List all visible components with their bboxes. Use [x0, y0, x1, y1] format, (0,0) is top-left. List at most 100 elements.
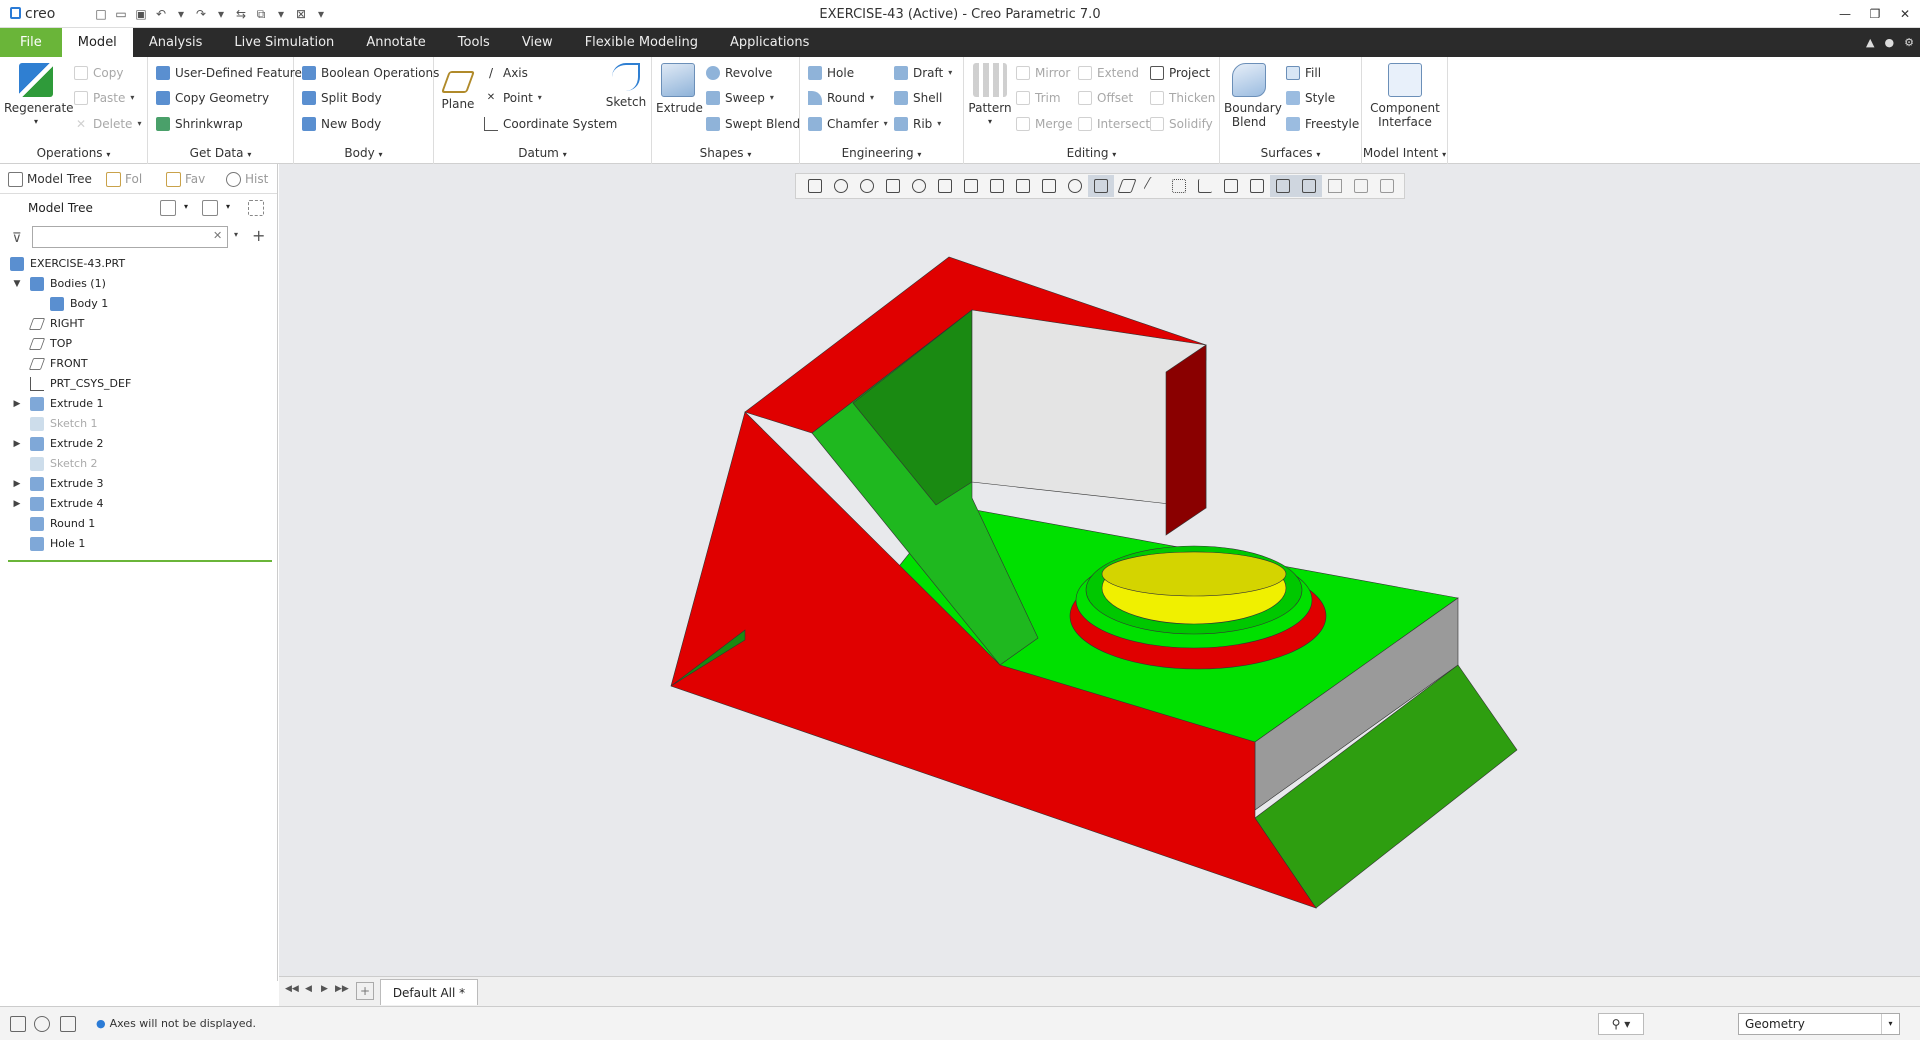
paste-button[interactable]: Paste ▾ — [74, 87, 134, 109]
expand-toggle-icon[interactable]: ▶ — [10, 474, 24, 494]
round-button[interactable]: Round ▾ — [808, 87, 874, 109]
show-dropdown-icon[interactable]: ▾ — [226, 202, 230, 211]
boolean-operations-button[interactable]: Boolean Operations — [302, 62, 439, 84]
windows-dropdown-icon[interactable]: ▾ — [272, 5, 290, 23]
tab-annotate[interactable]: Annotate — [350, 28, 441, 57]
close-icon[interactable]: ✕ — [1890, 0, 1920, 28]
tab-live-simulation[interactable]: Live Simulation — [218, 28, 350, 57]
tab-analysis[interactable]: Analysis — [133, 28, 219, 57]
expand-toggle-icon[interactable]: ▼ — [10, 274, 24, 294]
tree-node[interactable]: Round 1 — [30, 514, 95, 534]
swept-blend-button[interactable]: Swept Blend — [706, 113, 800, 135]
close-window-icon[interactable]: ⊠ — [292, 5, 310, 23]
tab-view[interactable]: View — [506, 28, 569, 57]
tree-settings-dropdown-icon[interactable]: ▾ — [184, 202, 188, 211]
group-label-operations[interactable]: Operations ▾ — [0, 146, 147, 160]
group-label-shapes[interactable]: Shapes ▾ — [652, 146, 799, 160]
revolve-button[interactable]: Revolve — [706, 62, 772, 84]
post-face[interactable] — [1165, 344, 1207, 536]
undo-dropdown-icon[interactable]: ▾ — [172, 5, 190, 23]
regenerate-button[interactable]: Regenerate ▾ — [4, 63, 74, 129]
fill-button[interactable]: Fill — [1286, 62, 1321, 84]
new-file-icon[interactable]: □ — [92, 5, 110, 23]
selection-filter-dropdown-icon[interactable]: ▾ — [1881, 1014, 1899, 1034]
thicken-button[interactable]: Thicken — [1150, 87, 1215, 109]
project-button[interactable]: Project — [1150, 62, 1210, 84]
group-label-datum[interactable]: Datum ▾ — [434, 146, 651, 160]
plane-button[interactable]: Plane — [436, 63, 480, 111]
restore-icon[interactable]: ❐ — [1860, 0, 1890, 28]
selection-filter[interactable]: Geometry ▾ — [1738, 1013, 1900, 1035]
tree-node[interactable]: ▼ Bodies (1) — [14, 274, 106, 294]
tree-filter-icon[interactable] — [248, 200, 264, 216]
add-icon[interactable]: + — [252, 226, 265, 245]
hole-button[interactable]: Hole — [808, 62, 854, 84]
tree-settings-icon[interactable] — [160, 200, 176, 216]
undo-icon[interactable]: ↶ — [152, 5, 170, 23]
trim-button[interactable]: Trim — [1016, 87, 1061, 109]
pattern-button[interactable]: Pattern ▾ — [966, 63, 1014, 129]
add-sheet-button[interactable]: + — [356, 982, 374, 1000]
mirror-button[interactable]: Mirror — [1016, 62, 1070, 84]
insert-here-marker[interactable] — [8, 560, 272, 562]
group-label-model-intent[interactable]: Model Intent ▾ — [1362, 146, 1447, 160]
search-dropdown-icon[interactable]: ▾ — [234, 230, 238, 239]
sketch-button[interactable]: Sketch — [604, 63, 648, 109]
axis-button[interactable]: / Axis — [484, 62, 528, 84]
tree-node[interactable]: EXERCISE-43.PRT — [10, 254, 125, 274]
intersect-button[interactable]: Intersect — [1078, 113, 1150, 135]
help-icon[interactable]: ● — [1885, 28, 1895, 57]
tree-node[interactable]: Hole 1 — [30, 534, 85, 554]
tab-history[interactable]: Hist — [226, 164, 268, 194]
prev-sheet-icon[interactable]: ◀ — [305, 984, 312, 994]
tree-search-input[interactable] — [32, 226, 228, 248]
delete-button[interactable]: ✕ Delete ▾ — [74, 113, 141, 135]
tree-node[interactable]: Body 1 — [50, 294, 108, 314]
freestyle-button[interactable]: Freestyle — [1286, 113, 1359, 135]
next-sheet-icon[interactable]: ▶ — [321, 984, 328, 994]
style-button[interactable]: Style — [1286, 87, 1335, 109]
filter-icon[interactable]: ⊽ — [12, 231, 22, 246]
draft-button[interactable]: Draft ▾ — [894, 62, 952, 84]
extrude-button[interactable]: Extrude — [656, 63, 703, 115]
tab-model-tree[interactable]: Model Tree — [8, 164, 92, 194]
group-label-body[interactable]: Body ▾ — [294, 146, 433, 160]
regenerate-small-icon[interactable]: ⇆ — [232, 5, 250, 23]
windows-icon[interactable]: ⧉ — [252, 5, 270, 23]
collapse-ribbon-icon[interactable]: ▲ — [1866, 28, 1874, 57]
tree-node[interactable]: FRONT — [28, 354, 88, 374]
find-button[interactable]: ⚲ ▾ — [1598, 1013, 1644, 1035]
point-button[interactable]: ✕ Point ▾ — [484, 87, 542, 109]
rib-button[interactable]: Rib ▾ — [894, 113, 941, 135]
tree-node[interactable]: Sketch 2 — [30, 454, 98, 474]
sweep-button[interactable]: Sweep ▾ — [706, 87, 774, 109]
new-body-button[interactable]: New Body — [302, 113, 381, 135]
group-label-surfaces[interactable]: Surfaces ▾ — [1220, 146, 1361, 160]
options-icon[interactable]: ⚙ — [1904, 28, 1914, 57]
shrinkwrap-button[interactable]: Shrinkwrap — [156, 113, 243, 135]
graphics-window[interactable] — [279, 164, 1920, 976]
group-label-engineering[interactable]: Engineering ▾ — [800, 146, 963, 160]
chamfer-button[interactable]: Chamfer ▾ — [808, 113, 888, 135]
component-interface-button[interactable]: Component Interface — [1364, 63, 1446, 129]
browser-icon[interactable] — [34, 1016, 50, 1032]
sheet-tab[interactable]: Default All * — [380, 979, 478, 1005]
tree-node[interactable]: Sketch 1 — [30, 414, 98, 434]
copy-button[interactable]: Copy — [74, 62, 123, 84]
expand-toggle-icon[interactable]: ▶ — [10, 434, 24, 454]
tree-node[interactable]: TOP — [28, 334, 72, 354]
merge-button[interactable]: Merge — [1016, 113, 1072, 135]
group-label-get-data[interactable]: Get Data ▾ — [148, 146, 293, 160]
tab-favorites[interactable]: Fav — [166, 164, 205, 194]
tree-node[interactable]: PRT_CSYS_DEF — [30, 374, 131, 394]
tab-tools[interactable]: Tools — [442, 28, 506, 57]
show-icon[interactable] — [202, 200, 218, 216]
boundary-blend-button[interactable]: Boundary Blend — [1224, 63, 1282, 129]
show-navigator-icon[interactable] — [10, 1016, 26, 1032]
save-icon[interactable]: ▣ — [132, 5, 150, 23]
hole-rim-shade[interactable] — [1101, 551, 1287, 597]
customize-toolbar-icon[interactable]: ▾ — [312, 5, 330, 23]
coordinate-system-button[interactable]: Coordinate System — [484, 113, 617, 135]
extend-button[interactable]: Extend — [1078, 62, 1139, 84]
redo-dropdown-icon[interactable]: ▾ — [212, 5, 230, 23]
